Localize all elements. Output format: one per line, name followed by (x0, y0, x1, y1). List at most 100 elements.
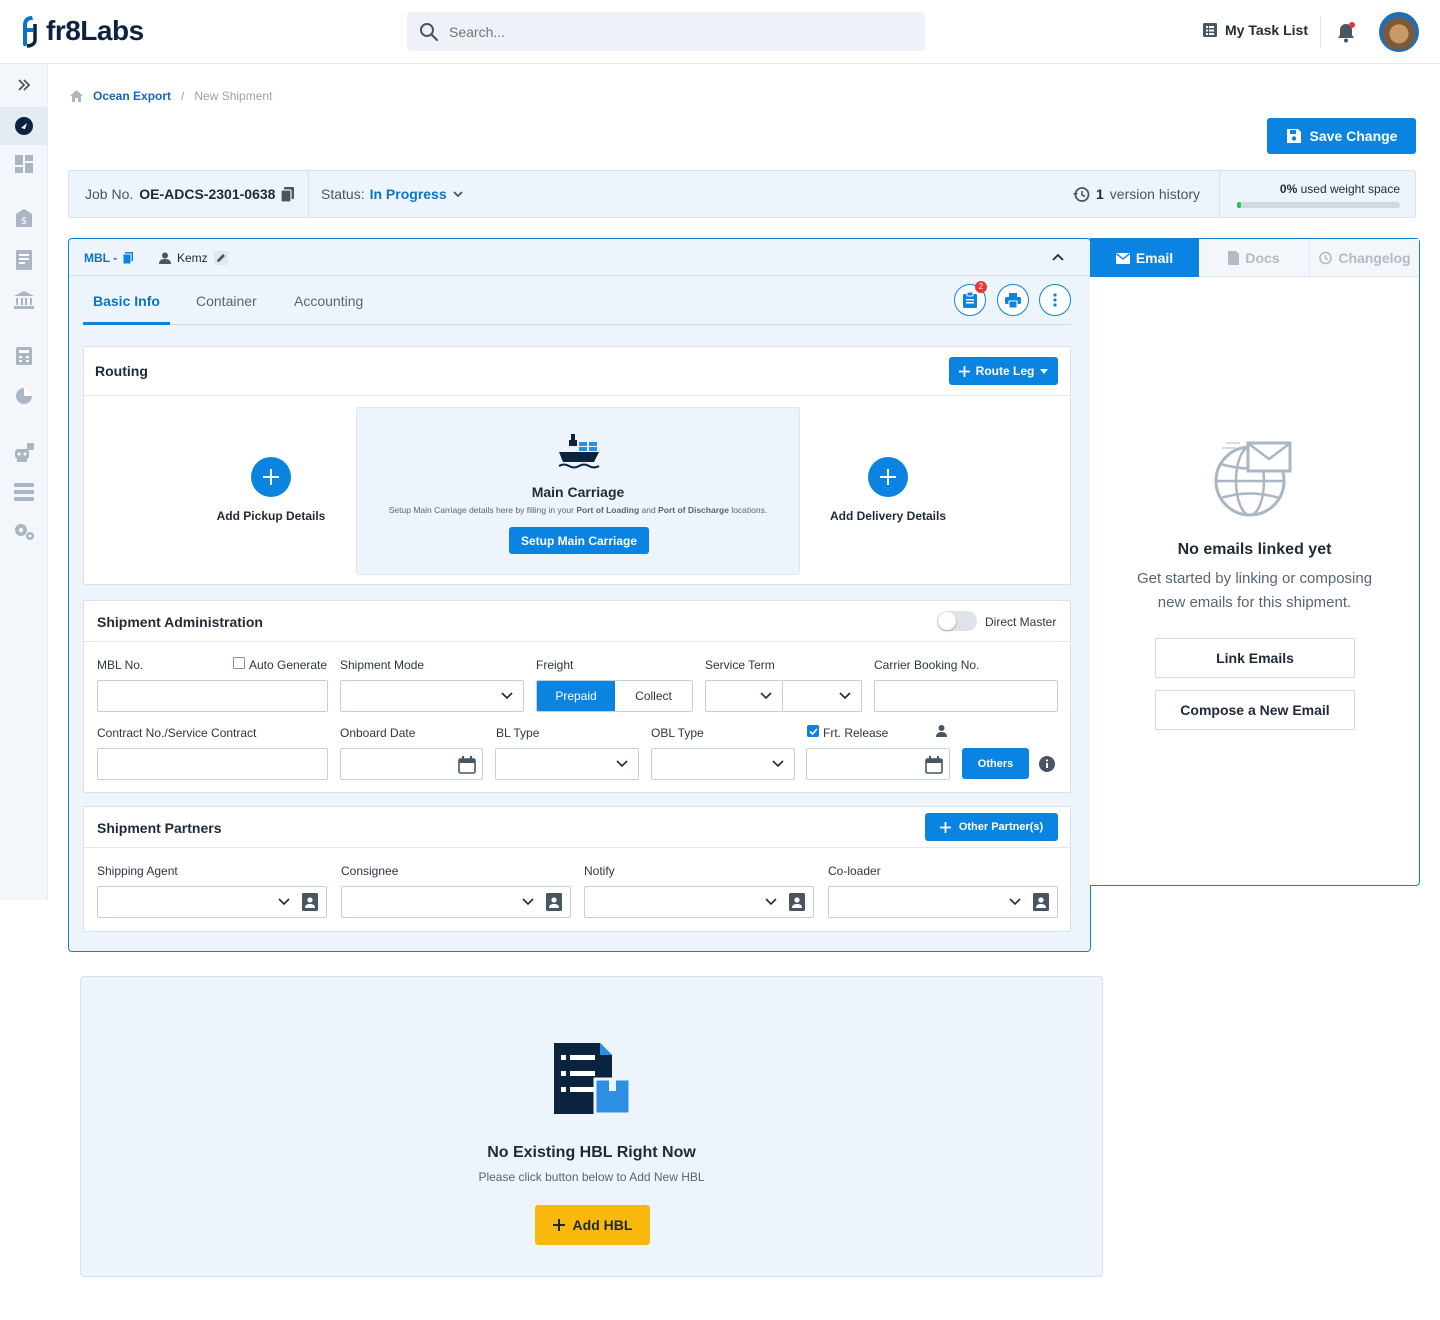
copy-icon[interactable] (281, 186, 295, 202)
weight-progress-fill (1237, 202, 1241, 208)
version-count: 1 (1096, 186, 1104, 202)
svg-text:$: $ (21, 216, 27, 227)
dashboard-icon (15, 155, 33, 173)
auto-generate-label: Auto Generate (249, 658, 328, 672)
bell-icon (1338, 22, 1355, 43)
notification-button[interactable] (1336, 21, 1356, 48)
sidebar: $ (0, 64, 48, 900)
save-change-button[interactable]: Save Change (1267, 118, 1416, 154)
tab-email[interactable]: Email (1090, 239, 1199, 277)
routing-panel: Routing Route Leg Add Pickup Details Mai… (83, 346, 1071, 585)
bl-type-select[interactable] (495, 748, 639, 780)
save-icon (1286, 129, 1301, 143)
tab-basic-info[interactable]: Basic Info (93, 293, 160, 309)
shipment-partners-title: Shipment Partners (97, 820, 222, 836)
calendar-icon[interactable] (925, 756, 943, 774)
copy-icon[interactable] (123, 252, 134, 264)
tab-container[interactable]: Container (196, 293, 257, 309)
contact-book-icon[interactable] (789, 893, 805, 911)
search-input[interactable] (449, 23, 889, 40)
consignee-select[interactable] (341, 886, 571, 918)
co-loader-select[interactable] (828, 886, 1058, 918)
edit-icon[interactable] (213, 251, 228, 265)
hbl-empty-subtitle: Please click button below to Add New HBL (478, 1170, 705, 1184)
save-change-label: Save Change (1309, 128, 1398, 144)
main-carriage-desc-1: Setup Main Carriage details here by fill… (388, 505, 574, 515)
version-history-link[interactable]: 1 version history (1073, 171, 1200, 217)
tab-docs[interactable]: Docs (1199, 239, 1309, 277)
mbl-no-input[interactable] (97, 680, 328, 712)
home-icon[interactable] (70, 90, 83, 102)
tab-changelog[interactable]: Changelog (1309, 239, 1419, 277)
other-partners-button[interactable]: Other Partner(s) (925, 813, 1058, 841)
frt-release-date-input[interactable] (806, 748, 950, 780)
sidebar-item-reports[interactable] (0, 379, 48, 413)
weight-label: used weight space (1300, 182, 1400, 196)
notify-select[interactable] (584, 886, 814, 918)
add-delivery-label: Add Delivery Details (829, 509, 947, 523)
collapse-chevron-up-icon[interactable] (1051, 252, 1065, 262)
collect-option[interactable]: Collect (615, 681, 692, 711)
tasks-button[interactable]: 2 (954, 281, 987, 316)
expand-sidebar-button[interactable] (0, 68, 48, 102)
link-emails-button[interactable]: Link Emails (1155, 638, 1355, 678)
check-icon (808, 727, 818, 735)
empty-emails-line1: Get started by linking or composing (1136, 570, 1373, 587)
contact-book-icon[interactable] (1033, 893, 1049, 911)
shipping-agent-label: Shipping Agent (97, 864, 178, 878)
more-options-button[interactable] (1039, 284, 1071, 316)
sidebar-item-calculator[interactable] (0, 339, 48, 373)
add-hbl-button[interactable]: Add HBL (535, 1205, 650, 1245)
frt-release-checkbox[interactable] (807, 725, 819, 737)
person-icon[interactable] (936, 725, 947, 737)
compose-email-button[interactable]: Compose a New Email (1155, 690, 1355, 730)
sidebar-item-bank[interactable] (0, 283, 48, 317)
jobbar-divider (308, 171, 309, 217)
sidebar-item-finance[interactable]: $ (0, 202, 48, 236)
my-task-list-button[interactable]: My Task List (1202, 22, 1308, 38)
others-button[interactable]: Others (962, 748, 1029, 779)
plus-icon (263, 469, 279, 485)
prepaid-option[interactable]: Prepaid (537, 681, 615, 711)
breadcrumb-current: New Shipment (194, 89, 273, 103)
service-term-from-select[interactable] (705, 680, 783, 712)
print-button[interactable] (997, 284, 1029, 316)
info-icon[interactable] (1039, 756, 1055, 772)
route-leg-button[interactable]: Route Leg (949, 357, 1058, 385)
communication-panel: Email Docs Changelog No emails linked ye… (1090, 238, 1420, 886)
sidebar-item-ocean-export[interactable] (0, 107, 48, 145)
calendar-icon[interactable] (458, 756, 476, 774)
obl-type-select[interactable] (651, 748, 795, 780)
shipment-mode-select[interactable] (340, 680, 524, 712)
chevron-down-icon (839, 692, 851, 700)
sidebar-item-settings[interactable] (0, 514, 48, 548)
add-hbl-label: Add HBL (572, 1217, 633, 1233)
sidebar-item-database[interactable] (0, 475, 48, 509)
status-dropdown[interactable]: Status: In Progress (321, 171, 464, 217)
frt-release-label: Frt. Release (823, 726, 889, 740)
sidebar-item-automation[interactable] (0, 436, 48, 470)
setup-main-carriage-button[interactable]: Setup Main Carriage (509, 527, 649, 554)
direct-master-toggle[interactable] (937, 611, 977, 631)
chevron-down-icon (522, 898, 534, 906)
breadcrumb-ocean-export[interactable]: Ocean Export (93, 89, 171, 103)
auto-generate-checkbox[interactable] (233, 657, 245, 669)
contact-book-icon[interactable] (546, 893, 562, 911)
plus-icon (552, 1219, 565, 1231)
add-delivery-button[interactable] (868, 457, 908, 497)
search-bar[interactable] (407, 12, 925, 51)
sidebar-item-dashboard[interactable] (0, 147, 48, 181)
service-term-to-select[interactable] (782, 680, 862, 712)
calculator-icon (16, 347, 32, 365)
onboard-date-input[interactable] (340, 748, 483, 780)
add-pickup-button[interactable] (251, 457, 291, 497)
tab-accounting[interactable]: Accounting (294, 293, 363, 309)
shipping-agent-select[interactable] (97, 886, 327, 918)
contract-input[interactable] (97, 748, 328, 780)
avatar[interactable] (1379, 12, 1419, 52)
mbl-card-header: MBL - Kemz (69, 239, 1090, 276)
carrier-booking-input[interactable] (874, 680, 1058, 712)
sidebar-item-documents[interactable] (0, 243, 48, 277)
contact-book-icon[interactable] (302, 893, 318, 911)
logo[interactable]: fr8Labs (18, 14, 144, 48)
